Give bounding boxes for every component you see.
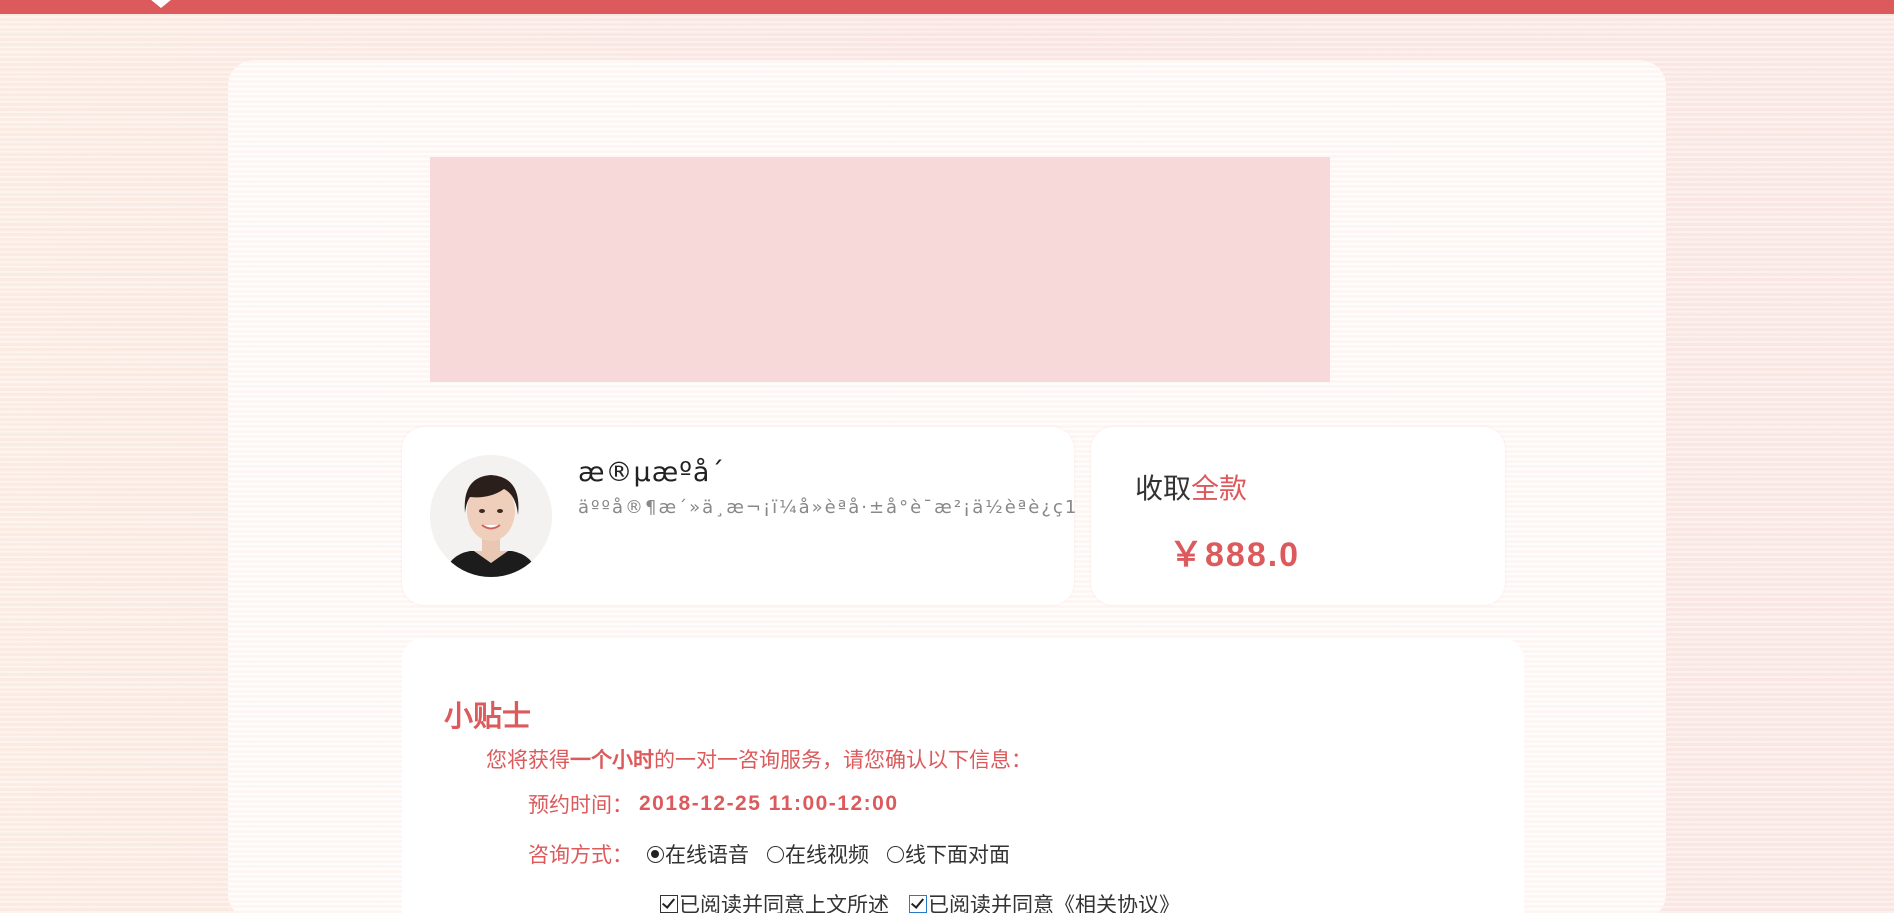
agree-protocol[interactable]: 已阅读并同意《相关协议》 [909,889,1180,913]
tips-intro-after: 的一对一咨询服务，请您确认以下信息： [654,748,1032,772]
agree-terms-above-label: 已阅读并同意上文所述 [679,893,889,913]
appointment-time-value: 2018-12-25 11:00-12:00 [639,792,899,815]
price-label-prefix: 收取 [1135,472,1192,505]
avatar[interactable] [430,455,552,577]
top-nav-bar [0,0,1894,14]
radio-voice[interactable] [647,845,664,863]
appointment-time-label: 预约时间： [528,793,633,817]
price-card: 收取全款 ￥888.0 [1091,427,1505,605]
mode-option-offline-label: 线下面对面 [905,843,1010,867]
consult-mode-label: 咨询方式： [528,843,633,867]
agree-protocol-checkbox[interactable] [909,895,927,913]
agree-protocol-label: 已阅读并同意《相关协议》 [928,893,1180,913]
tips-intro-before: 您将获得 [486,748,570,772]
agreement-row: 已阅读并同意上文所述 已阅读并同意《相关协议》 [660,889,1200,913]
mode-option-video-label: 在线视频 [785,843,869,867]
mode-option-voice[interactable]: 在线语音 [647,839,749,869]
agree-terms-above[interactable]: 已阅读并同意上文所述 [660,889,889,913]
consultant-card: æ®µæºå´ äººå®¶æ´»ä¸æ¬¡ï¼å»èªå·±å°è¯æ²¡ä½… [402,427,1076,605]
mode-option-video[interactable]: 在线视频 [767,839,869,869]
banner-image [430,157,1330,382]
price-label-highlight: 全款 [1191,472,1248,505]
price-value: ￥888.0 [1169,536,1301,574]
tips-intro-bold: 一个小时 [570,748,654,772]
agree-terms-above-checkbox[interactable] [660,895,678,913]
mode-option-voice-label: 在线语音 [665,843,749,867]
tips-title: 小贴士 [444,699,532,733]
consult-mode-row: 咨询方式： 在线语音 在线视频 线下面对面 [528,839,1028,869]
logo-icon[interactable] [148,0,174,10]
consultant-description: äººå®¶æ´»ä¸æ¬¡ï¼å»èªå·±å°è¯æ²¡ä½èªè¿ç1 [578,497,1079,518]
radio-offline[interactable] [887,845,904,863]
radio-video[interactable] [767,845,784,863]
appointment-time-row: 预约时间： 2018-12-25 11:00-12:00 [528,789,899,819]
consultant-name: æ®µæºå´ [578,457,725,488]
mode-option-offline[interactable]: 线下面对面 [887,839,1010,869]
tips-card: 小贴士 您将获得一个小时的一对一咨询服务，请您确认以下信息： 预约时间： 201… [402,638,1524,913]
price-label: 收取全款 [1135,467,1247,507]
tips-intro: 您将获得一个小时的一对一咨询服务，请您确认以下信息： [486,744,1032,774]
avatar-portrait-icon [430,455,552,577]
